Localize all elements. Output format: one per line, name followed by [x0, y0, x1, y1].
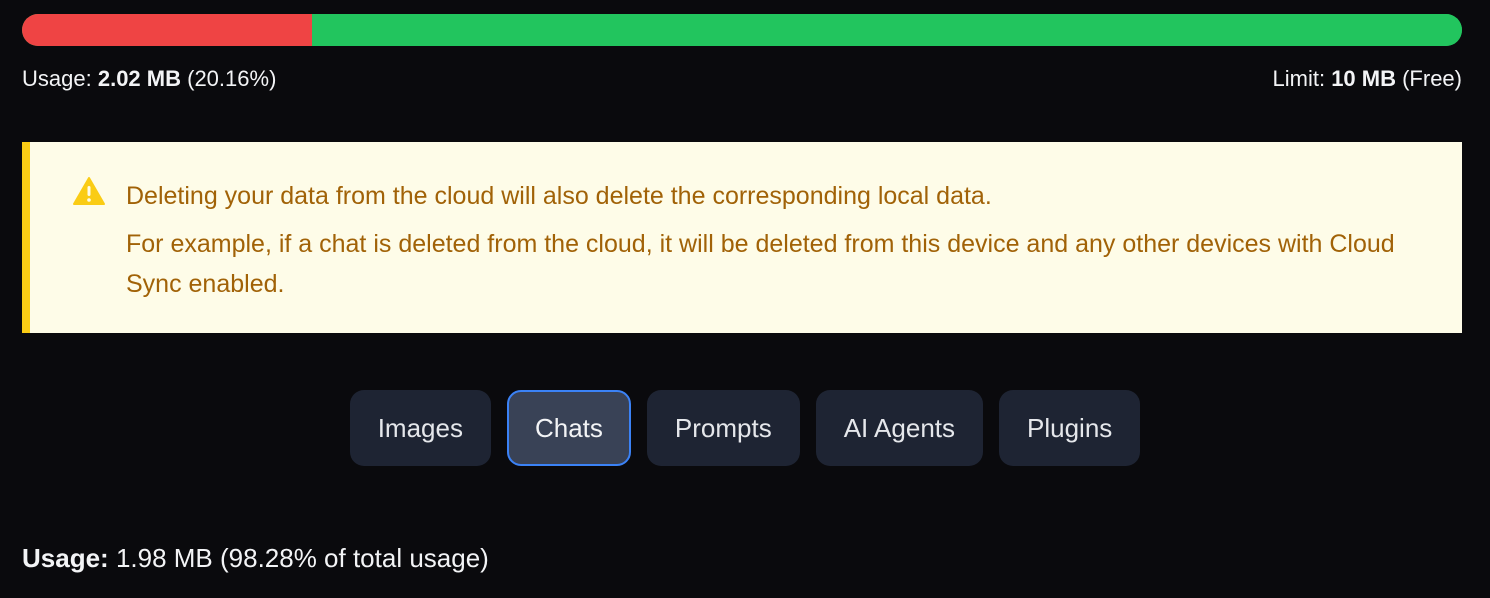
- storage-usage-row: Usage: 2.02 MB (20.16%) Limit: 10 MB (Fr…: [22, 64, 1462, 94]
- warning-line-1: Deleting your data from the cloud will a…: [126, 182, 992, 210]
- cloud-delete-warning: Deleting your data from the cloud will a…: [22, 142, 1462, 333]
- storage-usage-text: Usage: 2.02 MB (20.16%): [22, 64, 276, 94]
- data-type-tabs: Images Chats Prompts AI Agents Plugins: [0, 390, 1490, 466]
- usage-value: 2.02 MB: [97, 66, 181, 91]
- tab-plugins[interactable]: Plugins: [999, 390, 1141, 466]
- tab-prompts[interactable]: Prompts: [646, 390, 800, 466]
- section-usage-text: Usage: 1.98 MB (98.28% of total usage): [22, 540, 489, 576]
- tab-ai-agents[interactable]: AI Agents: [815, 390, 984, 466]
- warning-triangle-icon: [73, 177, 105, 205]
- warning-line-2: For example, if a chat is deleted from t…: [126, 230, 1395, 298]
- usage-label: Usage:: [22, 66, 92, 91]
- storage-limit-text: Limit: 10 MB (Free): [1273, 64, 1463, 94]
- tab-images[interactable]: Images: [349, 390, 491, 466]
- section-usage-label: Usage:: [22, 543, 109, 573]
- tab-chats[interactable]: Chats: [506, 390, 631, 466]
- storage-usage-bar: [22, 14, 1462, 46]
- storage-free-fill: [312, 14, 1462, 46]
- limit-value: 10 MB: [1331, 66, 1396, 91]
- usage-percent: (20.16%): [187, 66, 277, 91]
- limit-label: Limit:: [1272, 66, 1326, 91]
- storage-used-fill: [22, 14, 313, 46]
- cloud-storage-panel: Usage: 2.02 MB (20.16%) Limit: 10 MB (Fr…: [0, 0, 1490, 598]
- limit-plan: (Free): [1402, 66, 1462, 91]
- section-usage-value: 1.98 MB (98.28% of total usage): [115, 543, 489, 573]
